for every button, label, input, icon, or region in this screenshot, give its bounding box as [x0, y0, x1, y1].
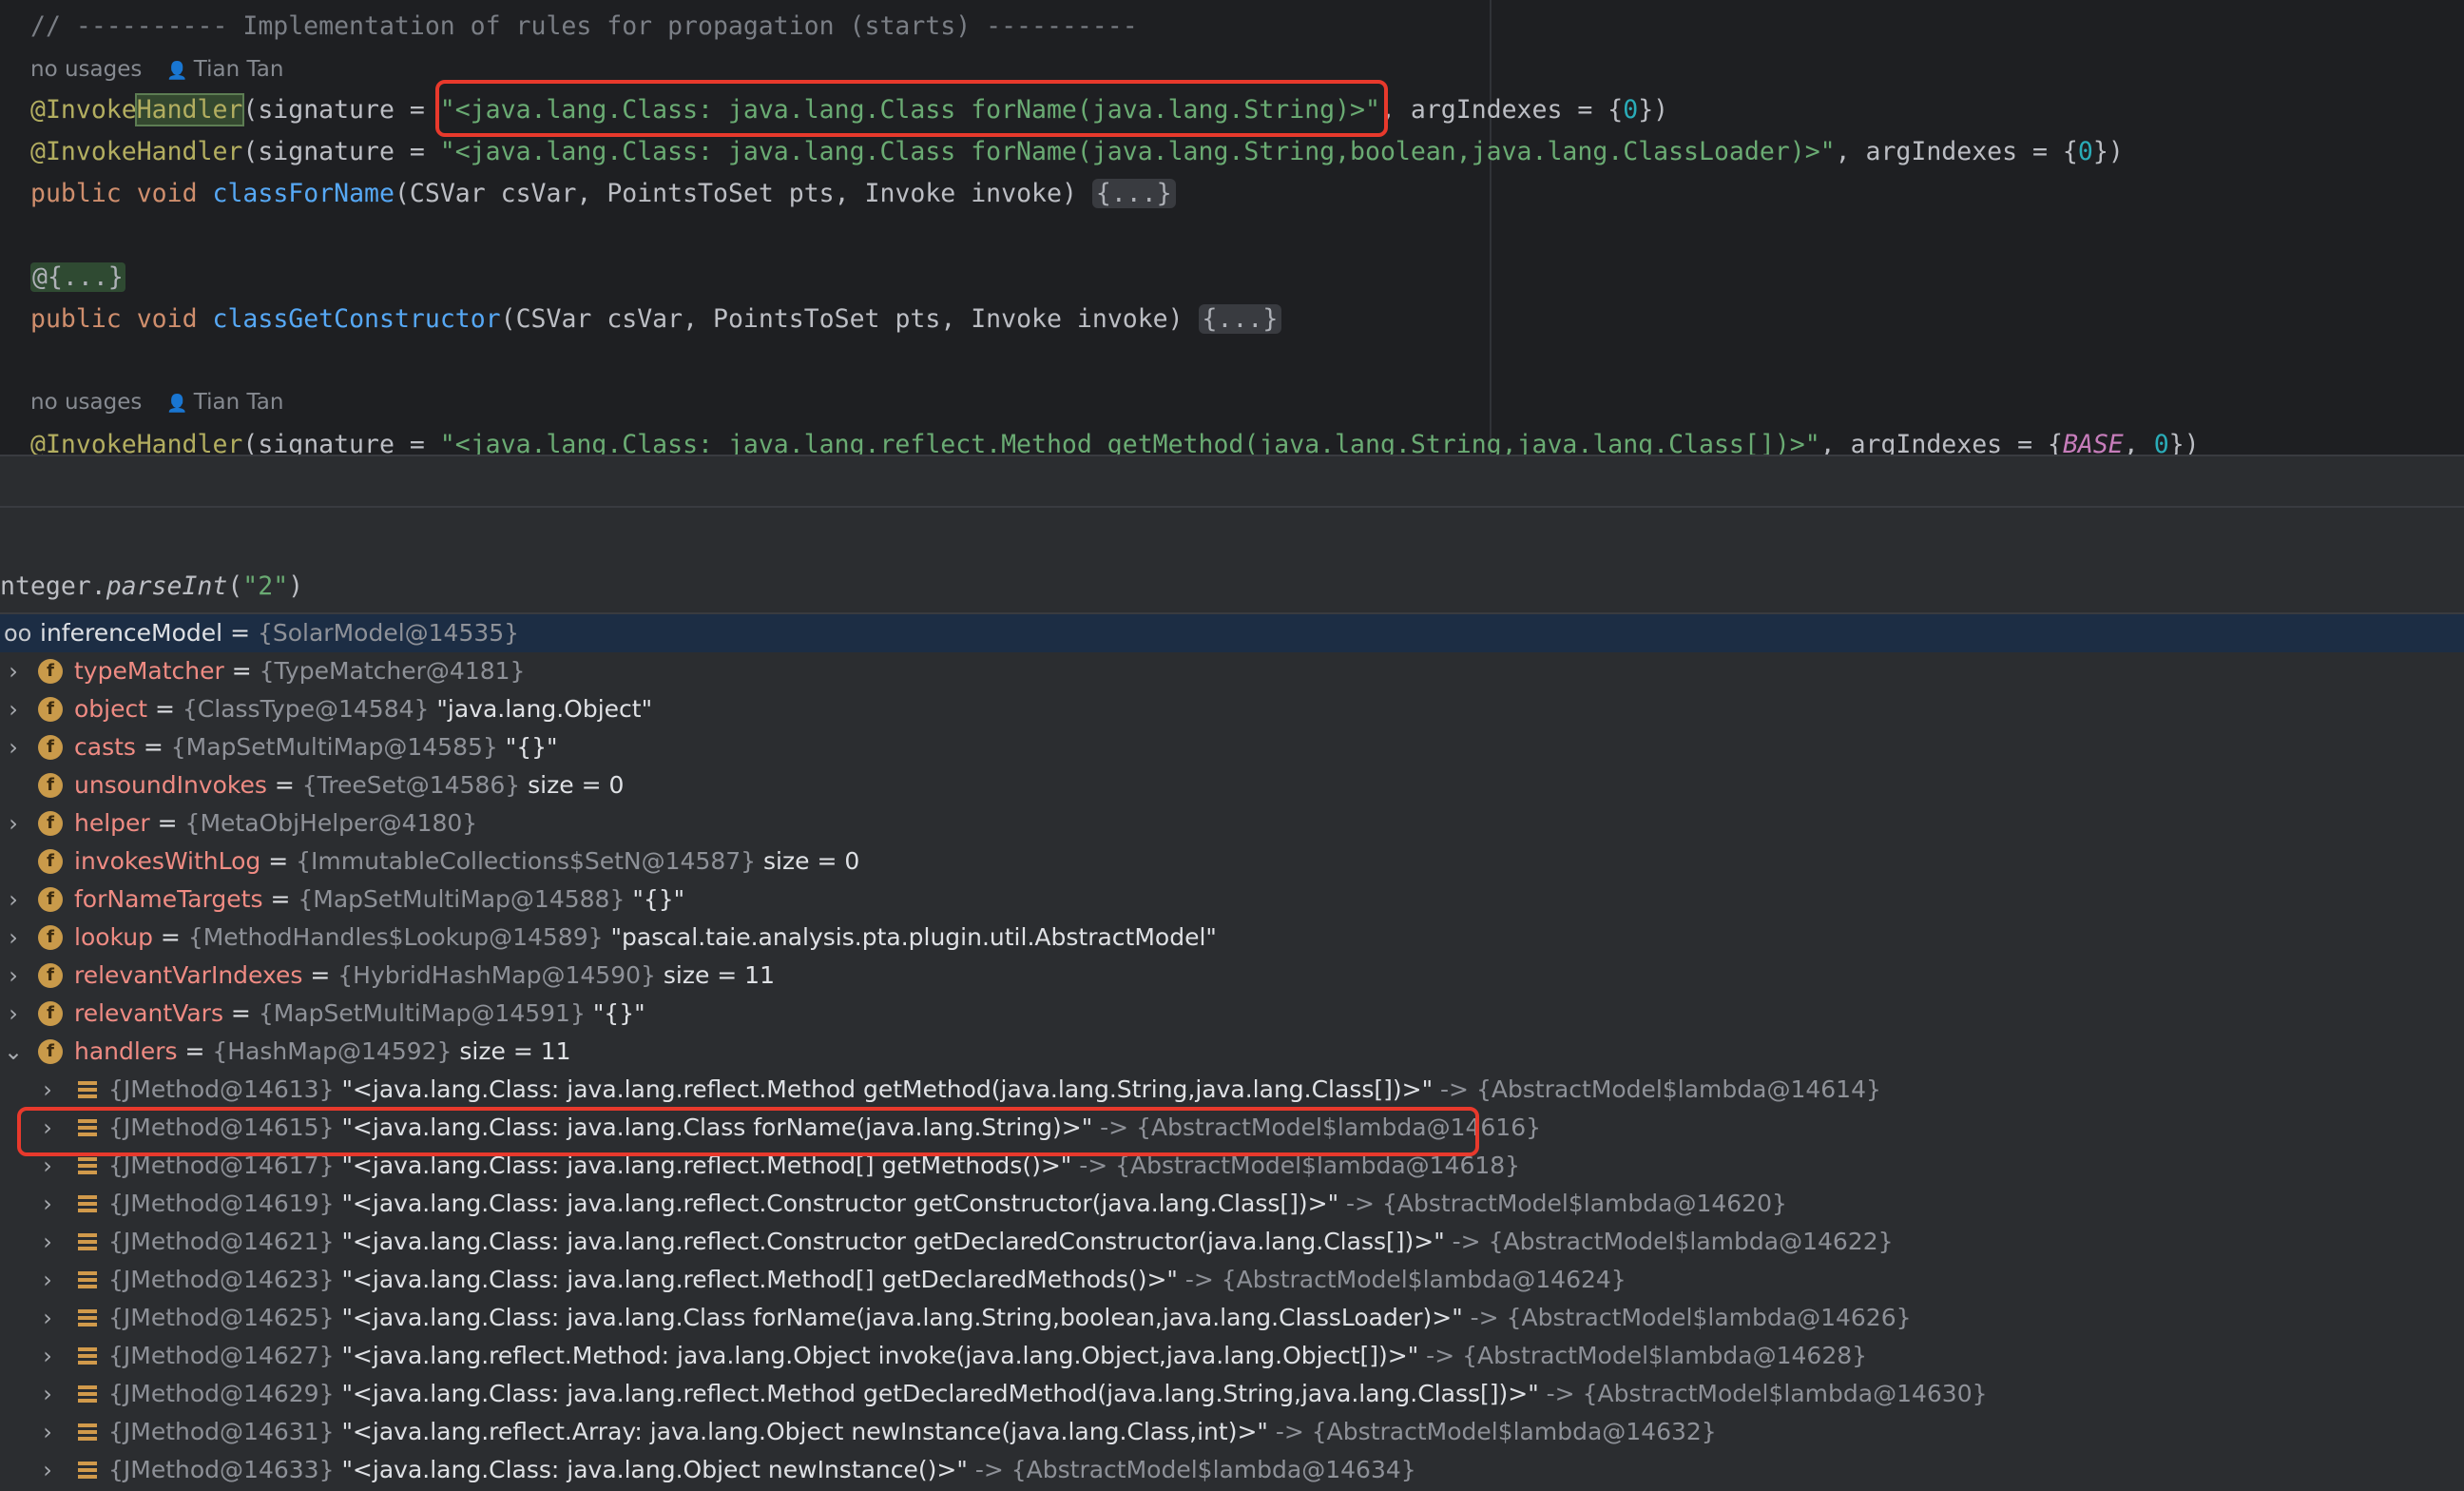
inlay-hint-usages[interactable]: no usages 👤 Tian Tan: [30, 53, 283, 86]
map-entry-row[interactable]: › {JMethod@14625} "<java.lang.Class: jav…: [0, 1299, 2464, 1337]
right-margin-guide: [1490, 0, 1492, 455]
field-icon: f: [38, 925, 63, 950]
code-line-annotation-2[interactable]: @InvokeHandler(signature = "<java.lang.C…: [30, 133, 2124, 171]
expand-arrow-icon[interactable]: ›: [38, 1337, 57, 1375]
expand-arrow-icon[interactable]: ›: [4, 804, 23, 842]
person-icon: 👤: [166, 61, 188, 81]
field-icon: f: [38, 811, 63, 836]
watch-glasses-icon: oo: [4, 620, 32, 647]
expand-arrow-icon[interactable]: ›: [38, 1375, 57, 1413]
tree-field-row[interactable]: › f lookup = {MethodHandles$Lookup@14589…: [0, 919, 2464, 957]
expand-arrow-icon[interactable]: ›: [4, 881, 23, 919]
author-hint-2[interactable]: 👤 Tian Tan: [166, 390, 283, 415]
map-entry-icon: [78, 1195, 97, 1212]
map-entry-icon: [78, 1081, 97, 1098]
inlay-hint-usages-2[interactable]: no usages 👤 Tian Tan: [30, 386, 283, 418]
tree-field-row[interactable]: f invokesWithLog = {ImmutableCollections…: [0, 842, 2464, 881]
map-entry-icon: [78, 1385, 97, 1403]
tree-field-row[interactable]: › f relevantVarIndexes = {HybridHashMap@…: [0, 957, 2464, 995]
code-editor[interactable]: // ---------- Implementation of rules fo…: [0, 0, 2464, 455]
code-line-annotation-3[interactable]: @InvokeHandler(signature = "<java.lang.C…: [30, 426, 2200, 455]
tree-field-row[interactable]: › f typeMatcher = {TypeMatcher@4181}: [0, 652, 2464, 690]
map-entry-icon: [78, 1423, 97, 1441]
map-entry-icon: [78, 1462, 97, 1479]
folded-body-1[interactable]: {...}: [1091, 179, 1176, 208]
tree-field-row[interactable]: › f forNameTargets = {MapSetMultiMap@145…: [0, 881, 2464, 919]
annotation-name-highlight: Handler: [134, 93, 245, 126]
signature-string-3: "<java.lang.Class: java.lang.reflect.Met…: [439, 430, 1820, 455]
tree-field-row[interactable]: › f helper = {MetaObjHelper@4180}: [0, 804, 2464, 842]
map-entry-row[interactable]: › {JMethod@14613} "<java.lang.Class: jav…: [0, 1071, 2464, 1109]
code-comment: // ---------- Implementation of rules fo…: [30, 11, 1138, 41]
expand-arrow-icon[interactable]: ›: [38, 1223, 57, 1261]
usages-hint[interactable]: no usages: [30, 57, 142, 82]
map-entry-row-forName[interactable]: › {JMethod@14615} "<java.lang.Class: jav…: [0, 1109, 2464, 1147]
expand-arrow-icon[interactable]: ›: [4, 690, 23, 728]
map-entry-row[interactable]: › {JMethod@14617} "<java.lang.Class: jav…: [0, 1147, 2464, 1185]
folded-body-2[interactable]: {...}: [1198, 304, 1282, 334]
tree-field-row[interactable]: f unsoundInvokes = {TreeSet@14586} size …: [0, 766, 2464, 804]
code-line-method-1[interactable]: public void classForName(CSVar csVar, Po…: [30, 175, 1176, 213]
expand-arrow-icon[interactable]: ›: [38, 1109, 57, 1147]
expand-arrow-icon[interactable]: ›: [4, 995, 23, 1033]
collapse-arrow-icon[interactable]: ⌄: [4, 1033, 23, 1071]
expand-arrow-icon[interactable]: ›: [38, 1299, 57, 1337]
field-icon: f: [38, 773, 63, 798]
map-entry-icon: [78, 1271, 97, 1288]
code-line-folded-annotation[interactable]: @{...}: [30, 259, 125, 297]
map-entry-icon: [78, 1309, 97, 1326]
expand-arrow-icon[interactable]: ›: [4, 957, 23, 995]
expand-arrow-icon[interactable]: ›: [38, 1147, 57, 1185]
field-icon: f: [38, 697, 63, 722]
map-entry-icon: [78, 1119, 97, 1136]
expand-arrow-icon[interactable]: ›: [38, 1071, 57, 1109]
map-entry-row[interactable]: › {JMethod@14619} "<java.lang.Class: jav…: [0, 1185, 2464, 1223]
map-entry-row[interactable]: › {JMethod@14621} "<java.lang.Class: jav…: [0, 1223, 2464, 1261]
signature-string-1: "<java.lang.Class: java.lang.Class forNa…: [439, 95, 1380, 125]
author-hint[interactable]: 👤 Tian Tan: [166, 57, 283, 82]
expand-arrow-icon[interactable]: ›: [4, 919, 23, 957]
method-name-classForName: classForName: [212, 179, 395, 208]
field-icon: f: [38, 849, 63, 874]
person-icon: 👤: [166, 394, 188, 414]
method-name-classGetConstructor: classGetConstructor: [212, 304, 501, 334]
expand-arrow-icon[interactable]: ›: [38, 1413, 57, 1451]
field-icon: f: [38, 1001, 63, 1026]
tree-field-row-handlers[interactable]: ⌄ f handlers = {HashMap@14592} size = 11: [0, 1033, 2464, 1071]
tree-field-row[interactable]: › f relevantVars = {MapSetMultiMap@14591…: [0, 995, 2464, 1033]
map-entry-row[interactable]: › {JMethod@14633} "<java.lang.Class: jav…: [0, 1451, 2464, 1489]
field-icon: f: [38, 659, 63, 684]
map-entry-row[interactable]: › {JMethod@14631} "<java.lang.reflect.Ar…: [0, 1413, 2464, 1451]
debugger-toolbar: [0, 455, 2464, 508]
folded-annotation[interactable]: @{...}: [30, 262, 125, 292]
expand-arrow-icon[interactable]: ›: [38, 1261, 57, 1299]
tree-field-row[interactable]: › f casts = {MapSetMultiMap@14585} "{}": [0, 728, 2464, 766]
expand-arrow-icon[interactable]: ›: [38, 1451, 57, 1489]
map-entry-row[interactable]: › {JMethod@14629} "<java.lang.Class: jav…: [0, 1375, 2464, 1413]
tree-root-inferenceModel[interactable]: oo inferenceModel = {SolarModel@14535}: [0, 614, 2464, 652]
expand-arrow-icon[interactable]: ›: [4, 652, 23, 690]
debugger-frames-bar: [0, 506, 2464, 563]
expand-arrow-icon[interactable]: ›: [4, 728, 23, 766]
map-entry-icon: [78, 1347, 97, 1365]
code-line-method-2[interactable]: public void classGetConstructor(CSVar cs…: [30, 300, 1282, 339]
map-entry-row[interactable]: › {JMethod@14623} "<java.lang.Class: jav…: [0, 1261, 2464, 1299]
field-icon: f: [38, 887, 63, 912]
signature-string-2: "<java.lang.Class: java.lang.Class forNa…: [439, 137, 1836, 166]
field-icon: f: [38, 963, 63, 988]
map-entry-icon: [78, 1233, 97, 1250]
variables-tree[interactable]: oo inferenceModel = {SolarModel@14535} ›…: [0, 614, 2464, 1491]
map-entry-row[interactable]: › {JMethod@14627} "<java.lang.reflect.Me…: [0, 1337, 2464, 1375]
usages-hint-2[interactable]: no usages: [30, 390, 142, 415]
tree-field-row[interactable]: › f object = {ClassType@14584} "java.lan…: [0, 690, 2464, 728]
evaluate-expression-field[interactable]: nteger.parseInt("2"): [0, 561, 2464, 614]
code-line-comment[interactable]: // ---------- Implementation of rules fo…: [30, 8, 1138, 46]
code-line-annotation-1[interactable]: @InvokeHandler(signature = "<java.lang.C…: [30, 91, 1668, 129]
field-icon: f: [38, 1039, 63, 1064]
map-entry-icon: [78, 1157, 97, 1174]
expand-arrow-icon[interactable]: ›: [38, 1185, 57, 1223]
field-icon: f: [38, 735, 63, 760]
